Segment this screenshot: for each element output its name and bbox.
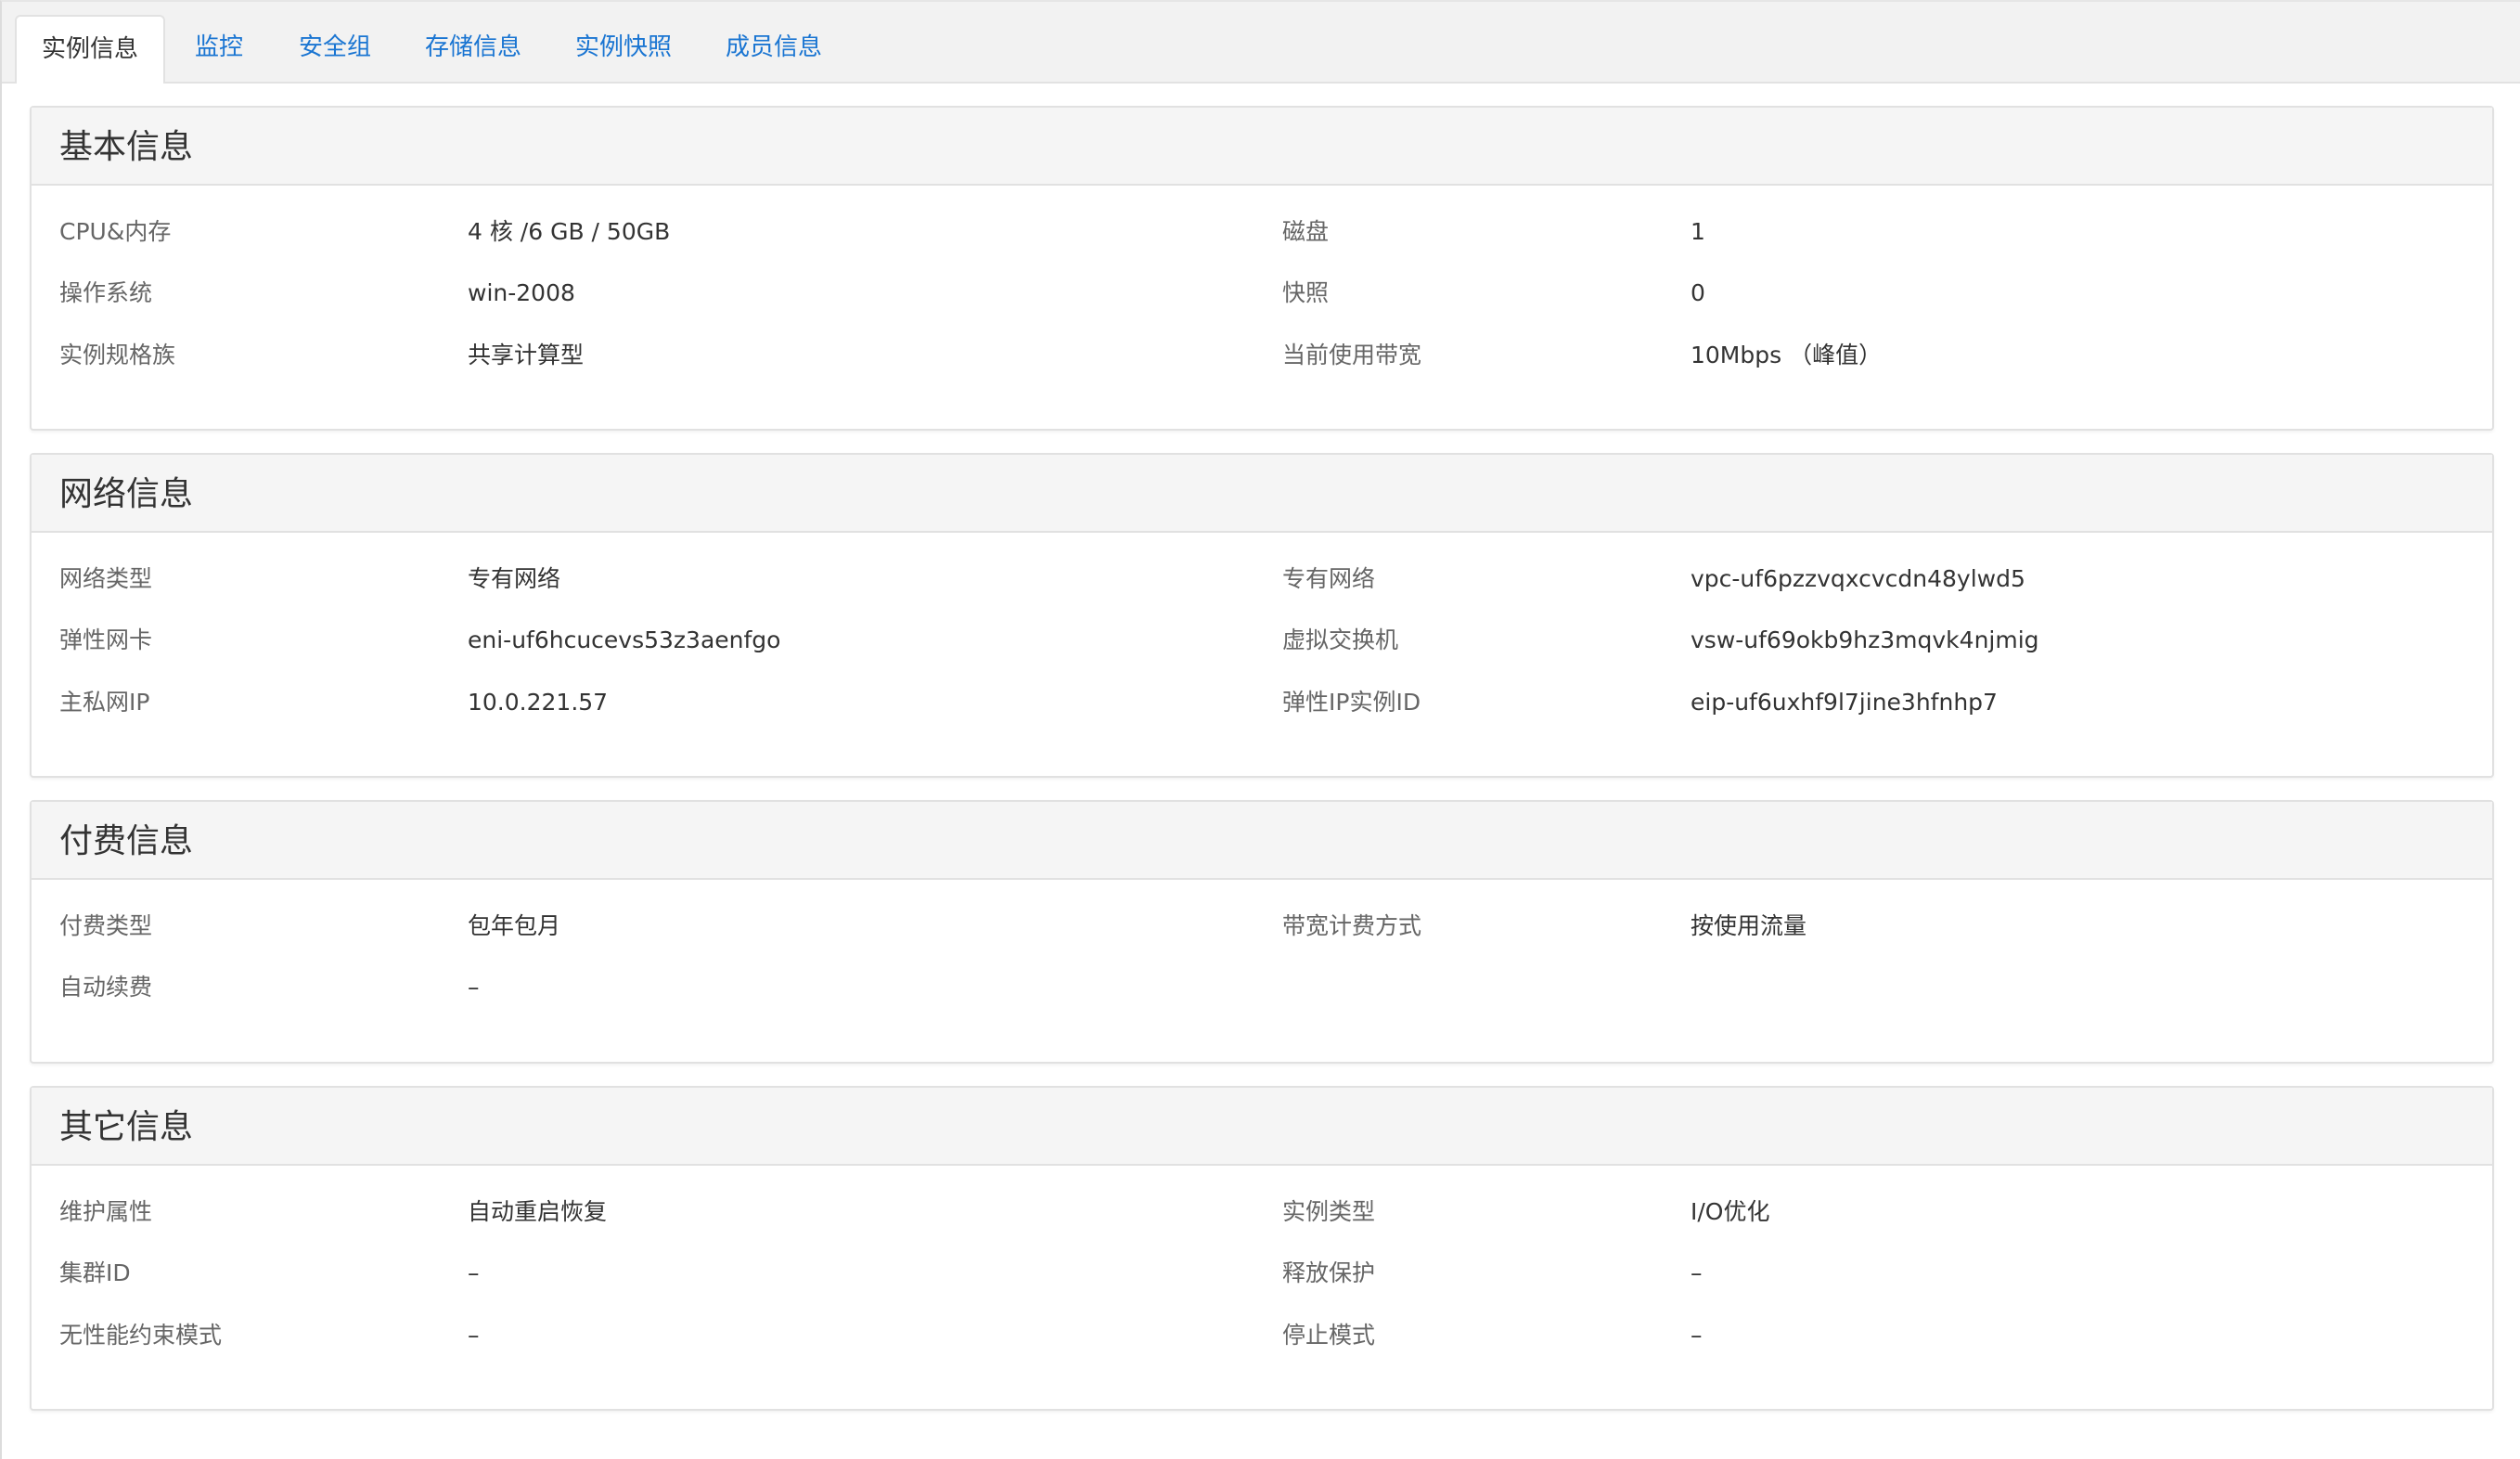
info-row: 集群ID – 释放保护 – [32,1255,2492,1292]
tab-storage-info[interactable]: 存储信息 [425,2,521,82]
info-row: 弹性网卡 eni-uf6hcucevs53z3aenfgo 虚拟交换机 vsw-… [32,622,2492,659]
unlimited-mode-value: – [468,1322,480,1349]
other-info-panel: 其它信息 维护属性 自动重启恢复 实例类型 I/O优化 集群ID – 释放保护 … [30,1086,2494,1411]
os-label: 操作系统 [59,279,153,306]
private-ip-value: 10.0.221.57 [468,689,609,716]
info-row: 操作系统 win-2008 快照 0 [32,275,2492,312]
auto-renew-label: 自动续费 [59,974,153,1001]
basic-info-panel: 基本信息 CPU&内存 4 核 /6 GB / 50GB 磁盘 1 操作系统 w… [30,106,2494,431]
info-row: 付费类型 包年包月 带宽计费方式 按使用流量 [32,908,2492,945]
os-value: win-2008 [468,279,575,306]
tab-security-group[interactable]: 安全组 [299,2,371,82]
disk-label: 磁盘 [1282,218,1330,245]
bandwidth-billing-label: 带宽计费方式 [1282,912,1422,939]
billing-info-header: 付费信息 [32,802,2492,880]
release-protection-value: – [1691,1259,1703,1286]
page-frame: 实例信息 监控 安全组 存储信息 实例快照 成员信息 基本信息 CPU&内存 4… [0,0,2520,1459]
stop-mode-value: – [1691,1322,1703,1349]
network-info-panel: 网络信息 网络类型 专有网络 专有网络 vpc-uf6pzzvqxcvcdn48… [30,453,2494,778]
bandwidth-billing-value: 按使用流量 [1691,912,1807,939]
private-ip-label: 主私网IP [59,689,150,716]
vswitch-label: 虚拟交换机 [1282,626,1399,653]
billing-info-title: 付费信息 [59,822,194,860]
network-info-header: 网络信息 [32,455,2492,533]
other-info-header: 其它信息 [32,1088,2492,1166]
info-row: 无性能约束模式 – 停止模式 – [32,1317,2492,1354]
basic-info-title: 基本信息 [59,128,194,166]
tab-monitoring[interactable]: 监控 [195,2,243,82]
instance-family-value: 共享计算型 [468,342,585,368]
cpu-memory-value: 4 核 /6 GB / 50GB [468,218,671,245]
snapshot-value: 0 [1691,279,1705,306]
payment-type-label: 付费类型 [59,912,153,939]
billing-info-panel: 付费信息 付费类型 包年包月 带宽计费方式 按使用流量 自动续费 – [30,800,2494,1064]
instance-type-value: I/O优化 [1691,1198,1770,1225]
unlimited-mode-label: 无性能约束模式 [59,1322,223,1349]
maintenance-label: 维护属性 [59,1198,153,1225]
eip-id-value: eip-uf6uxhf9l7jine3hfnhp7 [1691,689,1998,716]
auto-renew-value: – [468,974,480,1001]
cluster-id-label: 集群ID [59,1259,131,1286]
bandwidth-label: 当前使用带宽 [1282,342,1422,368]
eip-id-label: 弹性IP实例ID [1282,689,1421,716]
eni-value: eni-uf6hcucevs53z3aenfgo [468,626,781,653]
info-row: 维护属性 自动重启恢复 实例类型 I/O优化 [32,1194,2492,1231]
eni-label: 弹性网卡 [59,626,153,653]
disk-value: 1 [1691,218,1705,245]
network-type-value: 专有网络 [468,565,561,592]
cpu-memory-label: CPU&内存 [59,218,172,245]
info-row: 主私网IP 10.0.221.57 弹性IP实例ID eip-uf6uxhf9l… [32,684,2492,721]
vpc-label: 专有网络 [1282,565,1376,592]
instance-family-label: 实例规格族 [59,342,176,368]
basic-info-header: 基本信息 [32,108,2492,186]
release-protection-label: 释放保护 [1282,1259,1376,1286]
info-row: 自动续费 – [32,969,2492,1006]
snapshot-label: 快照 [1282,279,1330,306]
cluster-id-value: – [468,1259,480,1286]
bandwidth-value: 10Mbps （峰值） [1691,342,1883,368]
tab-instance-snapshot[interactable]: 实例快照 [575,2,672,82]
other-info-title: 其它信息 [59,1108,194,1146]
vpc-value: vpc-uf6pzzvqxcvcdn48ylwd5 [1691,565,2025,592]
info-row: 实例规格族 共享计算型 当前使用带宽 10Mbps （峰值） [32,337,2492,374]
vswitch-value: vsw-uf69okb9hz3mqvk4njmig [1691,626,2039,653]
info-row: CPU&内存 4 核 /6 GB / 50GB 磁盘 1 [32,213,2492,251]
instance-type-label: 实例类型 [1282,1198,1376,1225]
tab-member-info[interactable]: 成员信息 [726,2,822,82]
tab-bar: 实例信息 监控 安全组 存储信息 实例快照 成员信息 [2,2,2520,84]
payment-type-value: 包年包月 [468,912,561,939]
maintenance-value: 自动重启恢复 [468,1198,608,1225]
network-type-label: 网络类型 [59,565,153,592]
tab-instance-info[interactable]: 实例信息 [15,15,165,84]
network-info-title: 网络信息 [59,475,194,513]
info-row: 网络类型 专有网络 专有网络 vpc-uf6pzzvqxcvcdn48ylwd5 [32,561,2492,598]
stop-mode-label: 停止模式 [1282,1322,1376,1349]
